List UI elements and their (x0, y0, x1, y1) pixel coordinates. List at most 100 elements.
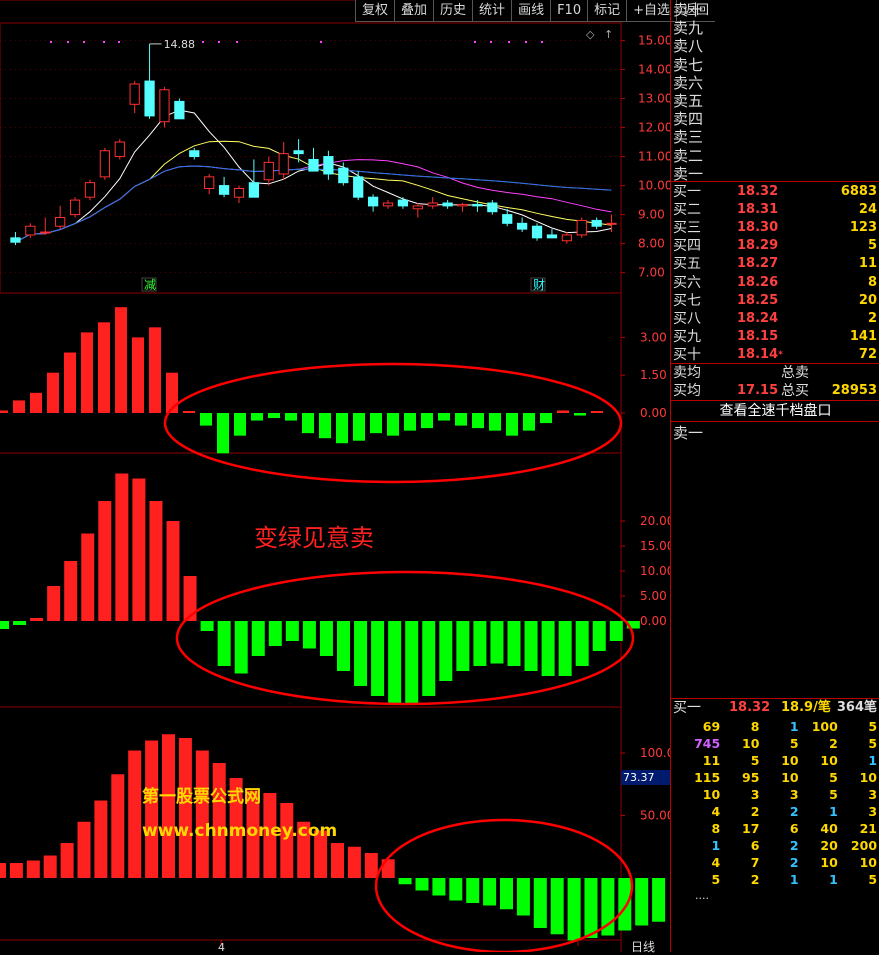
candle-body (174, 100, 185, 120)
indicator-bar (200, 413, 212, 426)
candle-body (323, 156, 334, 175)
candle-body (233, 187, 245, 198)
candle-body (561, 234, 572, 242)
bid-level-row[interactable]: 买三 18.30 123 (673, 219, 879, 237)
tick-label: 买一 (673, 700, 701, 716)
bid-level-row[interactable]: 买六 18.26 8 (673, 274, 879, 292)
indicator-bar (234, 621, 248, 674)
indicator-tick-label: 100.0 (640, 746, 670, 760)
bid-level-row[interactable]: 买七 18.25 20 (673, 292, 879, 310)
tick-queue-row: 4 7 2 10 10 (681, 854, 878, 871)
bid-level-row[interactable]: 买五 18.27 11 (673, 255, 879, 273)
indicator-bar (217, 621, 231, 666)
indicator-bar (516, 878, 530, 916)
restore-rights-button[interactable]: 复权 (355, 0, 395, 22)
history-button[interactable]: 历史 (433, 0, 473, 22)
bid-level-volume: 5 (867, 238, 877, 254)
indicator-bar (285, 413, 297, 421)
bid-level-price: 18.25 (737, 292, 779, 308)
candle-body (531, 225, 543, 239)
candle-body (472, 203, 483, 207)
indicator-bar (183, 411, 195, 413)
indicator-bar (388, 621, 402, 704)
ask-level-label: 卖三 (673, 128, 704, 147)
candle-body (606, 222, 617, 225)
price-tick-label: 8.00 (638, 237, 665, 251)
bid-level-row[interactable]: 买二 18.31 24 (673, 201, 879, 219)
candle-body (382, 202, 394, 207)
indicator-bar (30, 392, 42, 413)
tick-ellipsis: .... (695, 889, 709, 902)
candle-body (591, 219, 602, 227)
bid-level-volume: 141 (849, 328, 877, 344)
bid-level-row[interactable]: 买十 18.14* 72 (673, 346, 879, 364)
bid-level-label: 买三 (673, 220, 701, 237)
sell-total-label: 总卖 (781, 365, 809, 381)
f10-button[interactable]: F10 (550, 0, 588, 22)
draw-line-button[interactable]: 画线 (511, 0, 551, 22)
bid-level-row[interactable]: 买一 18.32 6883 (673, 183, 879, 201)
divider (671, 181, 879, 182)
indicator-bar (609, 621, 623, 641)
indicator-bar (319, 413, 331, 439)
indicator-bar (98, 501, 112, 621)
indicator-bar (575, 621, 589, 666)
buy-avg-value: 17.15 (737, 383, 779, 398)
indicator-bar (30, 618, 44, 621)
tick-queue-cell: 4 (711, 855, 721, 870)
indicator-bar (387, 413, 399, 436)
price-tick-label: 10.00 (638, 179, 670, 193)
add-watchlist-button[interactable]: +自选 (626, 0, 677, 22)
indicator-bar (466, 878, 480, 903)
bid-level-label: 买八 (673, 310, 701, 327)
indicator-bar (183, 576, 197, 621)
candle-body (25, 225, 36, 236)
tick-queue-cell: 10 (781, 770, 799, 785)
indicator-bar (524, 621, 538, 671)
tick-queue-cell: 2 (789, 838, 799, 853)
period-label[interactable]: 日线 (631, 938, 655, 955)
tick-queue-row: 11 5 10 10 1 (681, 752, 877, 769)
signal-dot (320, 41, 322, 43)
indicator-bar (483, 878, 497, 906)
mark-button[interactable]: 标记 (587, 0, 627, 22)
signal-dot (490, 41, 492, 43)
tick-queue-cell: 1 (829, 872, 838, 887)
indicator-bar (500, 878, 513, 910)
price-tick-label: 12.00 (638, 121, 670, 135)
overlay-button[interactable]: 叠加 (394, 0, 434, 22)
full-depth-button[interactable]: 查看全速千档盘口 (671, 401, 879, 421)
indicator-bar (0, 410, 8, 413)
indicator-bar (331, 843, 344, 878)
candle-body (159, 89, 170, 123)
candle-body (487, 202, 498, 213)
buy-total-label: 总买 (781, 383, 809, 399)
tick-queue-cell: 5 (750, 753, 760, 768)
tick-queue-row: 1 6 2 20 200 (681, 837, 878, 854)
diamond-icon: ◇ (586, 28, 595, 41)
indicator-bar (472, 413, 484, 429)
indicator-bar (354, 621, 368, 686)
bid-level-row[interactable]: 买八 18.24 2 (673, 310, 879, 328)
statistics-button[interactable]: 统计 (472, 0, 512, 22)
candle-body (502, 214, 513, 224)
order-book-panel: 卖十 卖九 卖八 卖七 卖六 卖五 卖四 卖三 卖二 卖一 买一 18.32 6883 买二 18.31 2… (670, 0, 879, 952)
candle-body (99, 150, 110, 178)
tick-queue-cell: 745 (694, 736, 721, 751)
tick-queue-cell: 4 (711, 804, 721, 819)
bid-level-volume: 20 (858, 292, 877, 308)
indicator-bar (268, 413, 280, 419)
event-marker: 减 (144, 278, 156, 292)
indicator-bar (541, 621, 555, 676)
bid-level-row[interactable]: 买四 18.29 5 (673, 237, 879, 255)
indicator-tick-label: 10.00 (640, 564, 670, 578)
watermark-title: 第一股票公式网 (142, 786, 261, 807)
tick-queue-cell: 21 (859, 821, 878, 836)
bid-level-row[interactable]: 买九 18.15 141 (673, 328, 879, 346)
tick-queue-cell: 1 (829, 804, 838, 819)
indicator-bar (618, 878, 632, 931)
buy-average-row: 买均 17.15 总买 28953 (673, 382, 879, 400)
candle-body (40, 231, 51, 234)
chart-area[interactable]: 15.00 14.00 13.00 12.00 11.00 10.00 9.00 8.00 7.… (0, 0, 670, 952)
indicator-bar (336, 413, 348, 444)
